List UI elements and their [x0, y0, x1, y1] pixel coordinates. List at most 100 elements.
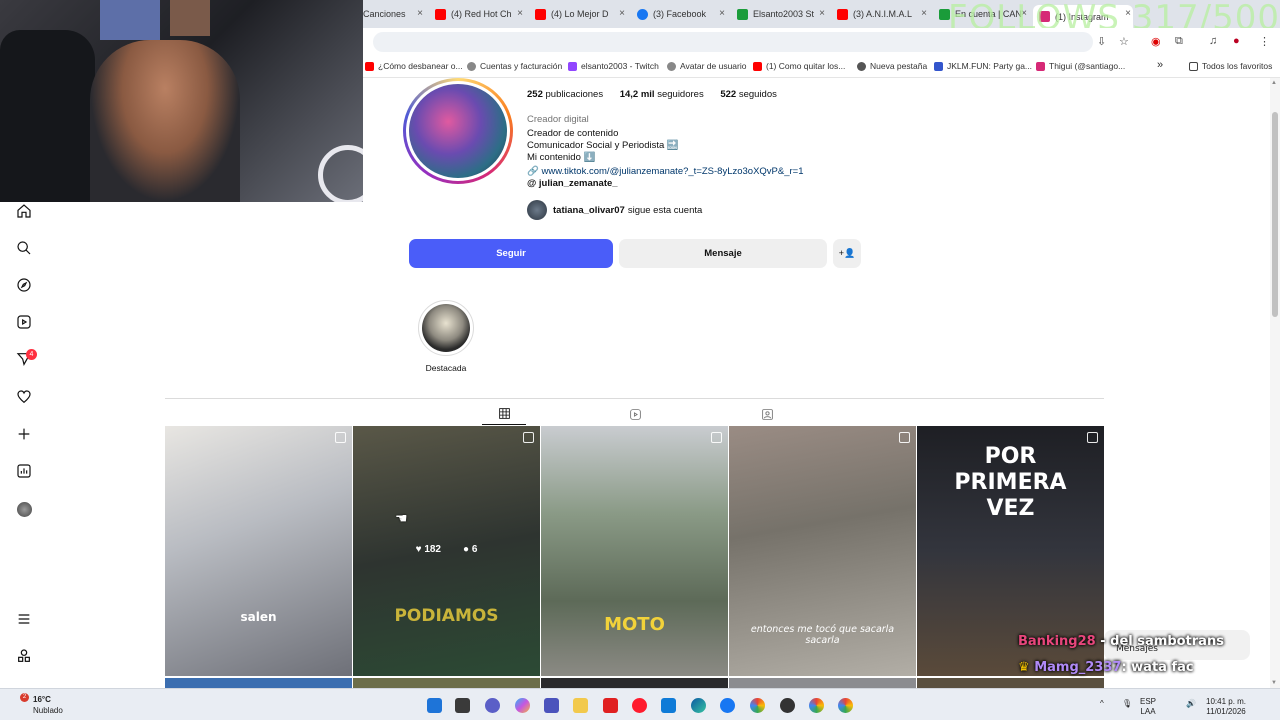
- following-stat[interactable]: 522 seguidos: [720, 89, 777, 100]
- post-tile-partial[interactable]: [353, 678, 540, 688]
- close-icon[interactable]: ×: [921, 8, 927, 19]
- bookmark-item[interactable]: elsanto2003 - Twitch: [568, 61, 659, 71]
- microphone-icon[interactable]: 🎙: [1122, 699, 1132, 709]
- clock[interactable]: 10:41 p. m. 11/01/2026: [1206, 697, 1246, 717]
- browser-tab[interactable]: (4) Red Hot Ch ×: [435, 5, 525, 23]
- profile-avatar[interactable]: [17, 502, 32, 517]
- following-label: seguidos: [738, 89, 777, 100]
- ring-light: [318, 145, 363, 202]
- menu-dots-icon[interactable]: ⋮: [1259, 35, 1270, 48]
- post-tile[interactable]: entonces me tocó que sacarla sacarla: [729, 426, 916, 676]
- browser-tab[interactable]: (3) A.N.I.M.A.L ×: [837, 5, 929, 23]
- profile-category: Creador digital: [527, 114, 589, 125]
- posts-grid: salen ♥ 182 ● 6 PODIAMOS MOTO entonces m…: [165, 426, 1104, 688]
- youtube-icon: [837, 8, 848, 20]
- star-icon[interactable]: ☆: [1119, 35, 1129, 48]
- tagged-tab[interactable]: [745, 403, 789, 425]
- bookmark-item[interactable]: Nueva pestaña: [857, 61, 927, 71]
- heart-icon[interactable]: [15, 388, 33, 406]
- store-icon[interactable]: [661, 698, 676, 713]
- followers-stat[interactable]: 14,2 mil seguidores: [620, 89, 704, 100]
- all-favorites-button[interactable]: Todos los favoritos: [1189, 61, 1272, 71]
- follow-button[interactable]: Seguir: [409, 239, 613, 268]
- install-app-icon[interactable]: ⇩: [1097, 35, 1106, 48]
- browser-tab[interactable]: (3) Facebook ×: [637, 5, 727, 23]
- bookmark-label: Thigui (@santiago...: [1049, 61, 1126, 71]
- facebook-app-icon[interactable]: [720, 698, 735, 713]
- bookmarks-more-button[interactable]: »: [1157, 59, 1163, 71]
- obs-icon[interactable]: [780, 698, 795, 713]
- dashboard-icon[interactable]: [15, 462, 33, 480]
- followed-by[interactable]: tatiana_olivar07 sigue esta cuenta: [527, 200, 702, 220]
- post-tile-partial[interactable]: [165, 678, 352, 688]
- suggest-accounts-button[interactable]: +👤: [833, 239, 861, 268]
- chat-app-icon[interactable]: [485, 698, 500, 713]
- copilot-icon[interactable]: [515, 698, 530, 713]
- tab-label: (3) A.N.I.M.A.L: [853, 9, 913, 19]
- address-bar[interactable]: [373, 32, 1093, 52]
- post-tile[interactable]: MOTO: [541, 426, 728, 676]
- bookmark-item[interactable]: Thigui (@santiago...: [1036, 61, 1125, 71]
- meta-apps-icon[interactable]: [15, 647, 33, 665]
- bookmark-item[interactable]: ¿Cómo desbanear o...: [365, 61, 463, 71]
- profile-avatar-icon[interactable]: ●: [1233, 35, 1240, 47]
- scroll-up-icon[interactable]: ▲: [1271, 80, 1277, 86]
- media-control-icon[interactable]: ♫: [1209, 35, 1217, 47]
- extensions-icon[interactable]: ⧉: [1175, 35, 1183, 48]
- post-tile-partial[interactable]: [541, 678, 728, 688]
- instagram-icon: [1036, 61, 1045, 71]
- close-icon[interactable]: ×: [417, 8, 423, 19]
- bookmark-item[interactable]: Avatar de usuario: [667, 61, 746, 71]
- posts-grid-tab[interactable]: [482, 403, 526, 425]
- language-indicator[interactable]: ESP LAA: [1140, 697, 1156, 717]
- tab-label: (4) Red Hot Ch: [451, 9, 512, 19]
- browser-tab[interactable]: (4) Lo Mejor D ×: [535, 5, 627, 23]
- close-icon[interactable]: ×: [619, 8, 625, 19]
- profile-bio: Creador digital Creador de contenido Com…: [527, 114, 804, 190]
- threads-link[interactable]: @ julian_zemanate_: [527, 178, 804, 190]
- opera-icon[interactable]: ◉: [1151, 35, 1161, 48]
- reels-icon: [629, 408, 641, 420]
- crown-icon: ♛: [1018, 660, 1030, 675]
- browser-tab[interactable]: Canciones ×: [363, 5, 425, 23]
- post-tile[interactable]: salen: [165, 426, 352, 676]
- reels-icon[interactable]: [15, 313, 33, 331]
- create-plus-icon[interactable]: [15, 425, 33, 443]
- tray-chevron-icon[interactable]: ^: [1100, 699, 1104, 709]
- weather-widget[interactable]: 16°C Nublado: [33, 694, 63, 716]
- post-tile-partial[interactable]: [917, 678, 1104, 688]
- home-icon[interactable]: [15, 202, 33, 220]
- story-highlight[interactable]: [418, 300, 474, 356]
- youtube-app-icon[interactable]: [603, 698, 618, 713]
- message-button[interactable]: Mensaje: [619, 239, 827, 268]
- chrome-profile-icon[interactable]: [838, 698, 853, 713]
- close-icon[interactable]: ×: [719, 8, 725, 19]
- scroll-down-icon[interactable]: ▼: [1271, 680, 1277, 686]
- profile-picture[interactable]: [403, 78, 513, 184]
- explore-icon[interactable]: [15, 276, 33, 294]
- bookmark-item[interactable]: (1) Como quitar los...: [753, 61, 845, 71]
- scrollbar-thumb[interactable]: [1272, 112, 1278, 317]
- edge-icon[interactable]: [691, 698, 706, 713]
- volume-icon[interactable]: 🔊: [1186, 699, 1196, 709]
- bookmark-item[interactable]: JKLM.FUN: Party ga...: [934, 61, 1032, 71]
- bookmark-item[interactable]: Cuentas y facturación: [467, 61, 562, 71]
- task-view-icon[interactable]: [455, 698, 470, 713]
- file-explorer-icon[interactable]: [573, 698, 588, 713]
- close-icon[interactable]: ×: [819, 8, 825, 19]
- reels-tab[interactable]: [613, 403, 657, 425]
- opera-taskbar-icon[interactable]: [632, 698, 647, 713]
- bio-link[interactable]: 🔗 www.tiktok.com/@julianzemanate?_t=ZS-8…: [527, 166, 804, 178]
- search-icon[interactable]: [15, 239, 33, 257]
- posts-stat[interactable]: 252 publicaciones: [527, 89, 603, 100]
- post-tile[interactable]: ♥ 182 ● 6 PODIAMOS: [353, 426, 540, 676]
- teams-icon[interactable]: [544, 698, 559, 713]
- menu-icon[interactable]: [15, 610, 33, 628]
- post-tile-partial[interactable]: [729, 678, 916, 688]
- post-caption: salen: [240, 610, 277, 624]
- chrome-profile-icon[interactable]: [809, 698, 824, 713]
- windows-start-icon[interactable]: [427, 698, 442, 713]
- close-icon[interactable]: ×: [517, 8, 523, 19]
- chrome-taskbar-icon[interactable]: [750, 698, 765, 713]
- browser-tab[interactable]: Elsanto2003 St ×: [737, 5, 827, 23]
